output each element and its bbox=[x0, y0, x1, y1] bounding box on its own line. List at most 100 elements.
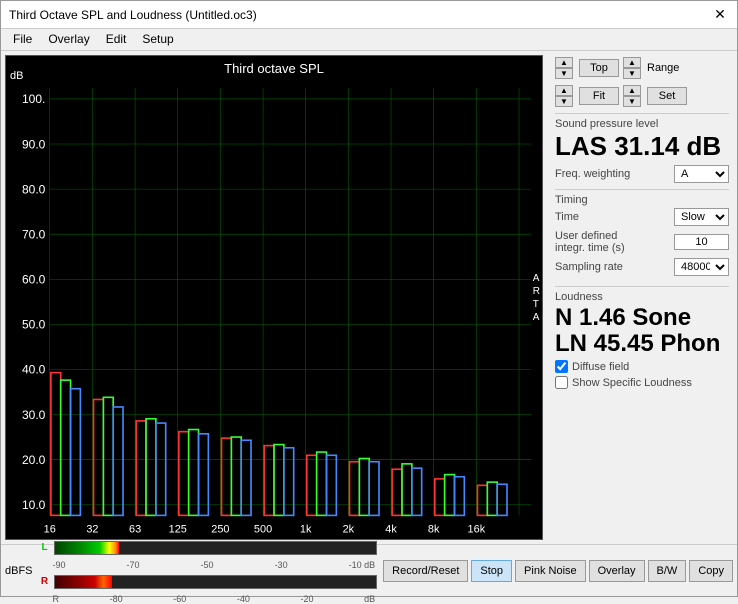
db-axis-label: dB bbox=[10, 70, 23, 82]
tick-50: -50 bbox=[201, 560, 214, 570]
sampling-rate-label: Sampling rate bbox=[555, 261, 623, 273]
set-spinners: ▲ ▼ bbox=[623, 85, 641, 107]
r-channel-label: R bbox=[39, 575, 51, 589]
meter-row-l: L bbox=[39, 538, 378, 558]
set-control-group: ▲ ▼ Set bbox=[623, 85, 687, 107]
window-title: Third Octave SPL and Loudness (Untitled.… bbox=[9, 8, 257, 22]
svg-text:4k: 4k bbox=[385, 524, 397, 536]
top-up-button[interactable]: ▲ bbox=[555, 57, 573, 68]
l-meter-fill bbox=[55, 542, 119, 554]
set-down-button[interactable]: ▼ bbox=[623, 96, 641, 107]
record-reset-button[interactable]: Record/Reset bbox=[383, 560, 468, 582]
r-meter-fill bbox=[55, 576, 113, 588]
freq-weighting-select[interactable]: A bbox=[674, 165, 729, 183]
meter-tick-labels-top: -90 -70 -50 -30 -10 dB bbox=[39, 560, 376, 570]
svg-text:1k: 1k bbox=[300, 524, 312, 536]
chart-area: dB Third octave SPL ARTA 100. 90.0 bbox=[5, 55, 543, 540]
fit-up-button[interactable]: ▲ bbox=[555, 85, 573, 96]
menu-bar: File Overlay Edit Setup bbox=[1, 29, 737, 51]
svg-text:16k: 16k bbox=[468, 524, 486, 536]
svg-text:8k: 8k bbox=[428, 524, 440, 536]
svg-text:20.0: 20.0 bbox=[22, 453, 46, 467]
tick-r-label: R bbox=[53, 594, 60, 604]
diffuse-field-label: Diffuse field bbox=[572, 361, 629, 373]
meters-area: L -90 -70 -50 -30 -10 dB R R -80 bbox=[39, 538, 378, 604]
time-select[interactable]: Slow bbox=[674, 208, 729, 226]
meter-row-r: R bbox=[39, 572, 378, 592]
menu-edit[interactable]: Edit bbox=[100, 31, 133, 48]
diffuse-field-row: Diffuse field bbox=[555, 360, 729, 373]
top-control-group: ▲ ▼ Top bbox=[555, 57, 619, 79]
spl-value: LAS 31.14 dB bbox=[555, 132, 729, 161]
svg-text:30.0: 30.0 bbox=[22, 408, 46, 422]
stop-button[interactable]: Stop bbox=[471, 560, 512, 582]
sampling-rate-row: Sampling rate 48000 bbox=[555, 258, 729, 276]
main-content: dB Third octave SPL ARTA 100. 90.0 bbox=[1, 51, 737, 544]
svg-text:10.0: 10.0 bbox=[22, 498, 46, 512]
range-label: Range bbox=[647, 62, 679, 74]
svg-text:100.: 100. bbox=[22, 92, 45, 106]
svg-text:40.0: 40.0 bbox=[22, 363, 46, 377]
tick-80: -80 bbox=[110, 594, 123, 604]
meter-tick-labels-bottom: R -80 -60 -40 -20 dB bbox=[39, 594, 376, 604]
n-value: N 1.46 Sone bbox=[555, 305, 729, 331]
dbfs-label: dBFS bbox=[5, 565, 33, 577]
chart-svg: 100. 90.0 80.0 70.0 60.0 50.0 40.0 30.0 … bbox=[6, 56, 542, 539]
top-down-button[interactable]: ▼ bbox=[555, 68, 573, 79]
spl-section-label: Sound pressure level bbox=[555, 118, 729, 130]
tick-40: -40 bbox=[237, 594, 250, 604]
menu-overlay[interactable]: Overlay bbox=[42, 31, 95, 48]
right-panel: ▲ ▼ Top ▲ ▼ Range ▲ ▼ bbox=[547, 51, 737, 544]
bw-button[interactable]: B/W bbox=[648, 560, 687, 582]
show-specific-checkbox[interactable] bbox=[555, 376, 568, 389]
time-label: Time bbox=[555, 211, 579, 223]
range-up-button[interactable]: ▲ bbox=[623, 57, 641, 68]
loudness-section: Loudness N 1.46 Sone LN 45.45 Phon Diffu… bbox=[555, 286, 729, 390]
tick-30: -30 bbox=[275, 560, 288, 570]
pink-noise-button[interactable]: Pink Noise bbox=[515, 560, 586, 582]
copy-button[interactable]: Copy bbox=[689, 560, 733, 582]
svg-text:250: 250 bbox=[211, 524, 229, 536]
fit-button[interactable]: Fit bbox=[579, 87, 619, 105]
range-spinners: ▲ ▼ bbox=[623, 57, 641, 79]
user-defined-input[interactable] bbox=[674, 234, 729, 250]
time-row: Time Slow bbox=[555, 208, 729, 226]
ln-value: LN 45.45 Phon bbox=[555, 331, 729, 357]
timing-section-label: Timing bbox=[555, 194, 729, 206]
svg-text:500: 500 bbox=[254, 524, 272, 536]
diffuse-field-checkbox[interactable] bbox=[555, 360, 568, 373]
overlay-button[interactable]: Overlay bbox=[589, 560, 645, 582]
svg-text:32: 32 bbox=[86, 524, 98, 536]
svg-text:70.0: 70.0 bbox=[22, 228, 46, 242]
set-up-button[interactable]: ▲ bbox=[623, 85, 641, 96]
tick-10db: -10 dB bbox=[349, 560, 376, 570]
tick-70: -70 bbox=[127, 560, 140, 570]
tick-60: -60 bbox=[173, 594, 186, 604]
tick-20: -20 bbox=[301, 594, 314, 604]
fit-control-group: ▲ ▼ Fit bbox=[555, 85, 619, 107]
svg-text:90.0: 90.0 bbox=[22, 137, 46, 151]
range-control-group: ▲ ▼ Range bbox=[623, 57, 679, 79]
main-window: Third Octave SPL and Loudness (Untitled.… bbox=[0, 0, 738, 597]
tick-90: -90 bbox=[53, 560, 66, 570]
r-meter-track bbox=[54, 575, 378, 589]
svg-text:125: 125 bbox=[169, 524, 187, 536]
show-specific-label: Show Specific Loudness bbox=[572, 377, 692, 389]
l-meter-track bbox=[54, 541, 378, 555]
top-button[interactable]: Top bbox=[579, 59, 619, 77]
action-buttons: Record/Reset Stop Pink Noise Overlay B/W… bbox=[383, 560, 733, 582]
svg-text:60.0: 60.0 bbox=[22, 273, 46, 287]
svg-text:16: 16 bbox=[44, 524, 56, 536]
show-specific-row: Show Specific Loudness bbox=[555, 376, 729, 389]
svg-text:50.0: 50.0 bbox=[22, 318, 46, 332]
fit-down-button[interactable]: ▼ bbox=[555, 96, 573, 107]
arta-label: ARTA bbox=[533, 272, 540, 324]
sampling-rate-select[interactable]: 48000 bbox=[674, 258, 729, 276]
fit-spinners: ▲ ▼ bbox=[555, 85, 573, 107]
close-button[interactable]: ✕ bbox=[711, 6, 729, 24]
top-spinners: ▲ ▼ bbox=[555, 57, 573, 79]
menu-file[interactable]: File bbox=[7, 31, 38, 48]
range-down-button[interactable]: ▼ bbox=[623, 68, 641, 79]
set-button[interactable]: Set bbox=[647, 87, 687, 105]
menu-setup[interactable]: Setup bbox=[136, 31, 179, 48]
